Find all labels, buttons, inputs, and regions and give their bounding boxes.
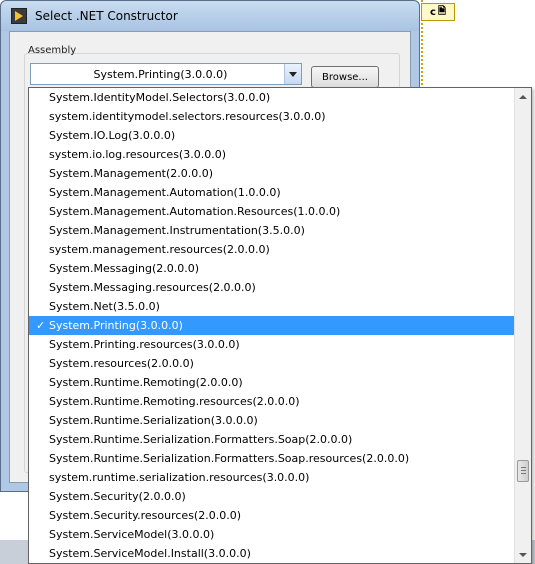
assembly-list: System.IdentityModel.Selectors(3.0.0.0) s… (29, 88, 514, 563)
list-item[interactable]: System.Management.Instrumentation(3.5.0.… (29, 221, 514, 240)
list-item[interactable]: System.ServiceModel(3.0.0.0) (29, 525, 514, 544)
window-title: Select .NET Constructor (35, 9, 178, 23)
constructor-node[interactable]: c 🗎 (421, 3, 455, 21)
list-item[interactable]: System.Management.Automation.Resources(1… (29, 202, 514, 221)
list-item[interactable]: System.IdentityModel.Selectors(3.0.0.0) (29, 88, 514, 107)
list-item-label: System.Printing(3.0.0.0) (49, 319, 183, 332)
checkmark-icon: ✓ (36, 319, 46, 332)
list-item-label: System.Runtime.Serialization(3.0.0.0) (49, 414, 258, 427)
scrollbar[interactable] (514, 88, 531, 563)
list-item-label: System.Security(2.0.0.0) (49, 490, 186, 503)
labview-icon (11, 8, 27, 24)
list-item-label: System.Runtime.Serialization.Formatters.… (49, 452, 410, 465)
browse-button[interactable]: Browse... (311, 66, 379, 88)
list-item-label: System.Management(2.0.0.0) (49, 167, 214, 180)
scroll-up-icon[interactable] (515, 88, 531, 105)
list-item-label: System.resources(2.0.0.0) (49, 357, 194, 370)
list-item[interactable]: System.Security(2.0.0.0) (29, 487, 514, 506)
list-item[interactable]: System.Net(3.5.0.0) (29, 297, 514, 316)
list-item-label: System.Management.Instrumentation(3.5.0.… (49, 224, 305, 237)
list-item-label: System.IdentityModel.Selectors(3.0.0.0) (49, 91, 271, 104)
list-item-label: System.Management.Automation(1.0.0.0) (49, 186, 281, 199)
list-item[interactable]: system.identitymodel.selectors.resources… (29, 107, 514, 126)
list-item[interactable]: ✓ System.Printing(3.0.0.0) (29, 316, 514, 335)
list-item-label: System.Runtime.Serialization.Formatters.… (49, 433, 353, 446)
list-item-label: System.ServiceModel(3.0.0.0) (49, 528, 215, 541)
list-item-label: System.Messaging.resources(2.0.0.0) (49, 281, 256, 294)
list-item-label: System.Runtime.Remoting.resources(2.0.0.… (49, 395, 300, 408)
list-item[interactable]: System.resources(2.0.0.0) (29, 354, 514, 373)
list-item-label: System.Printing.resources(3.0.0.0) (49, 338, 240, 351)
assembly-label: Assembly (28, 45, 77, 56)
list-item-label: System.Runtime.Remoting(2.0.0.0) (49, 376, 243, 389)
list-item-label: System.Security.resources(2.0.0.0) (49, 509, 241, 522)
list-item[interactable]: System.Runtime.Serialization.Formatters.… (29, 430, 514, 449)
list-item[interactable]: System.Printing.resources(3.0.0.0) (29, 335, 514, 354)
list-item-label: system.identitymodel.selectors.resources… (49, 110, 326, 123)
list-item[interactable]: System.Runtime.Serialization.Formatters.… (29, 449, 514, 468)
assembly-select[interactable]: System.Printing(3.0.0.0) (30, 63, 302, 85)
list-item[interactable]: System.Runtime.Serialization(3.0.0.0) (29, 411, 514, 430)
document-icon: 🗎 (437, 5, 446, 17)
list-item-label: system.io.log.resources(3.0.0.0) (49, 148, 226, 161)
list-item-label: System.Messaging(2.0.0.0) (49, 262, 200, 275)
list-item[interactable]: system.io.log.resources(3.0.0.0) (29, 145, 514, 164)
list-item-label: system.management.resources(2.0.0.0) (49, 243, 270, 256)
list-item[interactable]: System.ServiceModel.Install(3.0.0.0) (29, 544, 514, 563)
list-item[interactable]: System.Management(2.0.0.0) (29, 164, 514, 183)
scrollbar-thumb[interactable] (517, 460, 529, 482)
assembly-dropdown-list[interactable]: System.IdentityModel.Selectors(3.0.0.0) s… (28, 87, 532, 564)
list-item[interactable]: System.Messaging(2.0.0.0) (29, 259, 514, 278)
list-item-label: system.runtime.serialization.resources(3… (49, 471, 310, 484)
list-item-label: System.Management.Automation.Resources(1… (49, 205, 341, 218)
list-item[interactable]: system.runtime.serialization.resources(3… (29, 468, 514, 487)
list-item[interactable]: System.Runtime.Remoting.resources(2.0.0.… (29, 392, 514, 411)
list-item[interactable]: System.Management.Automation(1.0.0.0) (29, 183, 514, 202)
list-item[interactable]: System.Runtime.Remoting(2.0.0.0) (29, 373, 514, 392)
list-item-label: System.ServiceModel.Install(3.0.0.0) (49, 547, 251, 560)
list-item[interactable]: System.Security.resources(2.0.0.0) (29, 506, 514, 525)
list-item[interactable]: System.IO.Log(3.0.0.0) (29, 126, 514, 145)
list-item-label: System.Net(3.5.0.0) (49, 300, 160, 313)
assembly-select-value: System.Printing(3.0.0.0) (93, 67, 228, 81)
list-item[interactable]: system.management.resources(2.0.0.0) (29, 240, 514, 259)
constructor-node-label: c (430, 6, 436, 18)
title-bar[interactable]: Select .NET Constructor (1, 1, 419, 31)
scroll-down-icon[interactable] (515, 546, 531, 563)
list-item-label: System.IO.Log(3.0.0.0) (49, 129, 176, 142)
list-item[interactable]: System.Messaging.resources(2.0.0.0) (29, 278, 514, 297)
chevron-down-icon[interactable] (284, 64, 301, 84)
